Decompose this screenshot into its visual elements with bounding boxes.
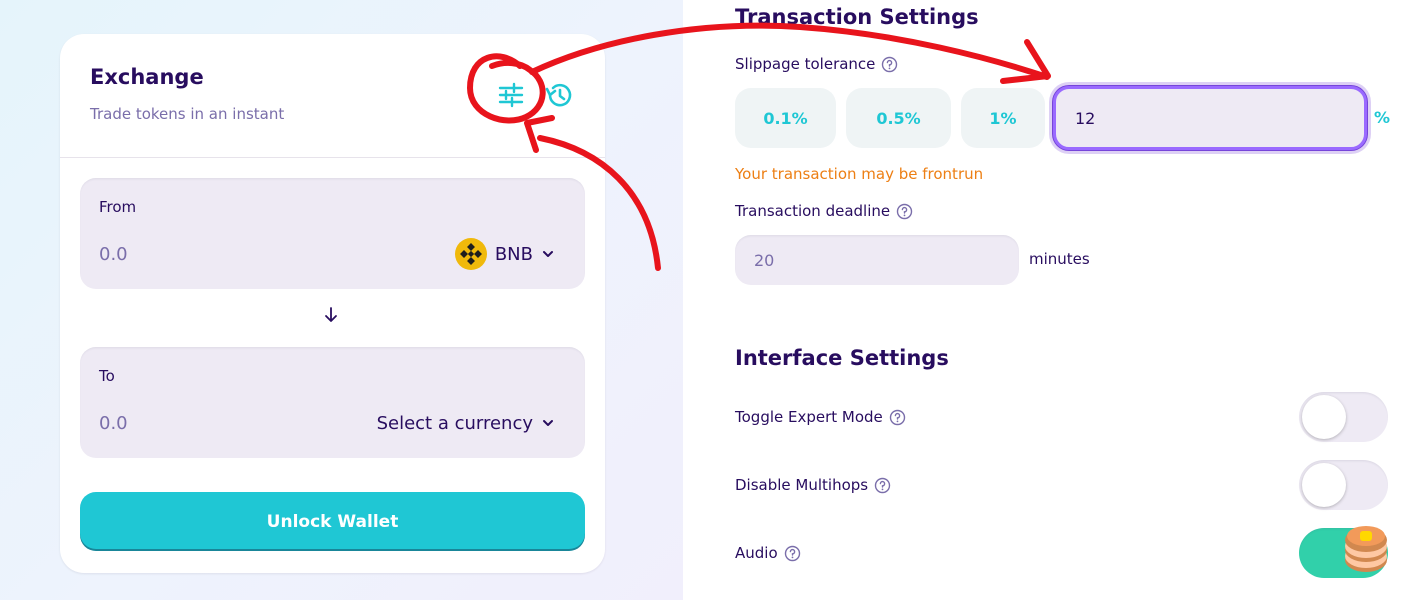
interface-settings-title: Interface Settings — [735, 346, 949, 370]
from-amount-input[interactable]: 0.0 — [99, 244, 128, 265]
slippage-label-row: Slippage tolerance — [735, 55, 898, 73]
toggle-knob — [1302, 463, 1346, 507]
slippage-label: Slippage tolerance — [735, 55, 876, 73]
multihops-label-row: Disable Multihops — [735, 476, 891, 494]
to-amount-input[interactable]: 0.0 — [99, 413, 128, 434]
slippage-option-0-1[interactable]: 0.1% — [735, 88, 836, 148]
slippage-option-1[interactable]: 1% — [961, 88, 1045, 148]
help-icon[interactable] — [889, 409, 906, 426]
settings-panel: Transaction Settings Slippage tolerance … — [683, 0, 1412, 600]
multihops-toggle[interactable] — [1299, 460, 1388, 510]
exchange-card: Exchange Trade tokens in an instant From… — [60, 34, 605, 573]
exchange-title: Exchange — [90, 65, 204, 89]
help-icon[interactable] — [874, 477, 891, 494]
transaction-settings-title: Transaction Settings — [735, 5, 979, 29]
slippage-custom-input[interactable] — [1053, 86, 1367, 150]
to-currency-select[interactable]: Select a currency — [377, 405, 555, 441]
toggle-knob — [1302, 395, 1346, 439]
deadline-input[interactable] — [735, 235, 1019, 285]
from-label: From — [99, 198, 137, 216]
deadline-label-row: Transaction deadline — [735, 202, 913, 220]
deadline-unit: minutes — [1029, 250, 1090, 268]
slippage-percent-unit: % — [1374, 108, 1391, 127]
bnb-logo-icon — [454, 238, 487, 270]
audio-label: Audio — [735, 544, 778, 562]
arrow-down-icon[interactable] — [323, 306, 339, 324]
help-icon[interactable] — [896, 203, 913, 220]
audio-label-row: Audio — [735, 544, 801, 562]
to-panel: To 0.0 Select a currency — [80, 347, 585, 458]
help-icon[interactable] — [784, 545, 801, 562]
frontrun-warning: Your transaction may be frontrun — [735, 165, 984, 183]
to-label: To — [99, 367, 115, 385]
slippage-option-0-5[interactable]: 0.5% — [846, 88, 951, 148]
unlock-wallet-button[interactable]: Unlock Wallet — [80, 492, 585, 551]
help-icon[interactable] — [881, 56, 898, 73]
from-token-symbol: BNB — [494, 243, 533, 265]
from-token-select[interactable]: BNB — [454, 236, 555, 272]
expert-mode-label-row: Toggle Expert Mode — [735, 408, 906, 426]
chevron-down-icon — [543, 420, 553, 426]
to-currency-label: Select a currency — [376, 412, 533, 434]
deadline-label: Transaction deadline — [735, 202, 891, 220]
expert-mode-label: Toggle Expert Mode — [735, 408, 883, 426]
settings-icon[interactable] — [496, 80, 526, 110]
multihops-label: Disable Multihops — [735, 476, 869, 494]
expert-mode-toggle[interactable] — [1299, 392, 1388, 442]
from-panel: From 0.0 BNB — [80, 178, 585, 289]
exchange-subtitle: Trade tokens in an instant — [90, 105, 285, 123]
exchange-header: Exchange Trade tokens in an instant — [60, 34, 605, 158]
audio-toggle[interactable] — [1299, 526, 1388, 578]
pancake-icon — [1345, 526, 1387, 572]
chevron-down-icon — [543, 251, 553, 257]
history-icon[interactable] — [544, 80, 574, 110]
